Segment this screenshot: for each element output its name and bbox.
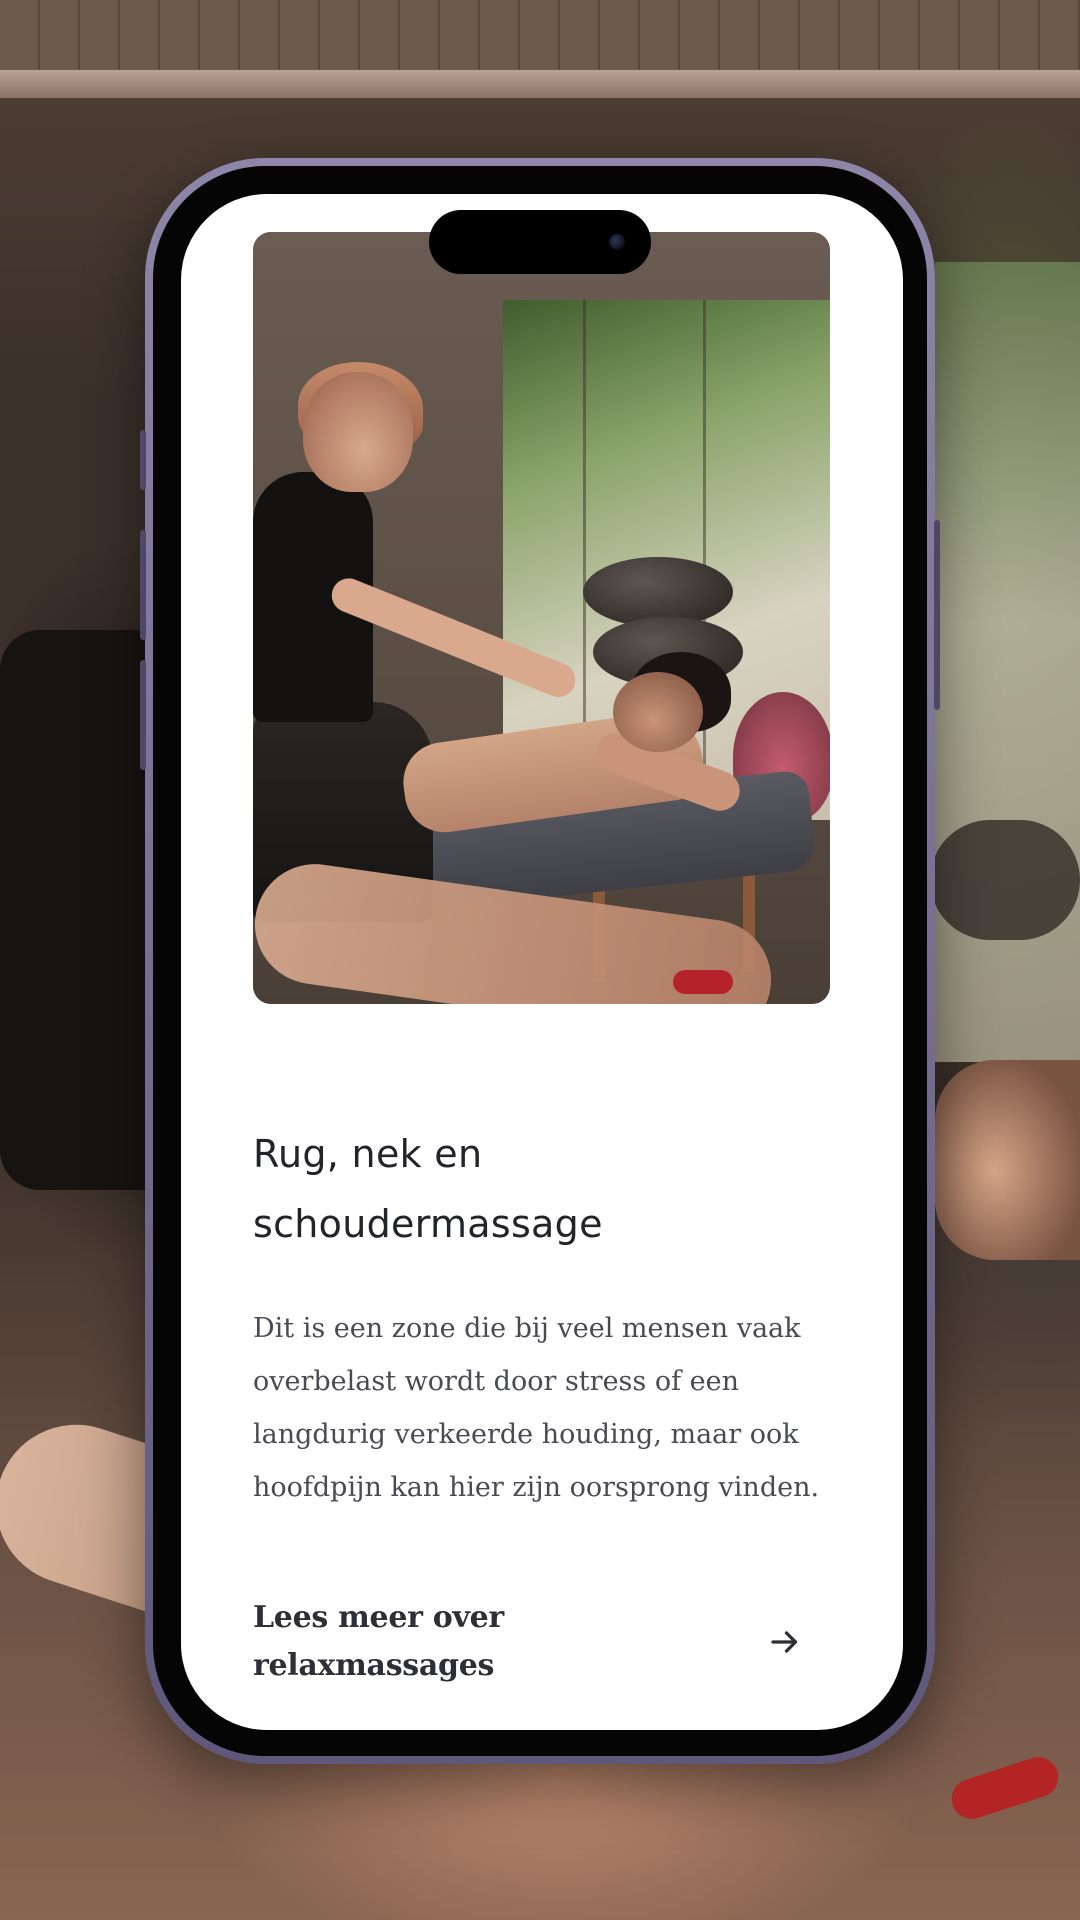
card-title: Rug, nek en schoudermassage [253, 1132, 603, 1246]
arrow-right-icon[interactable] [767, 1624, 803, 1660]
phone-action-button [140, 430, 146, 490]
phone-volume-down-button [140, 660, 146, 770]
dynamic-island [429, 210, 651, 274]
background-stone [930, 820, 1080, 940]
phone-volume-up-button [140, 530, 146, 640]
front-camera [609, 234, 625, 250]
phone-screen: Rug, nek en schoudermassage Dit is een z… [181, 194, 903, 1730]
card-description: Dit is een zone die bij veel mensen vaak… [253, 1313, 820, 1503]
read-more-label[interactable]: Lees meer over relaxmassages [253, 1594, 553, 1690]
background-folding-screen [935, 262, 1080, 1062]
background-therapist [0, 630, 150, 1190]
background-ceiling [0, 0, 1080, 70]
background-ceiling-trim [0, 70, 1080, 98]
massage-photo [253, 232, 830, 1004]
read-more-link[interactable]: Lees meer over relaxmassages [253, 1592, 833, 1692]
phone-power-button [934, 520, 940, 710]
background-client-face [935, 1060, 1080, 1260]
background-nail [946, 1751, 1064, 1825]
